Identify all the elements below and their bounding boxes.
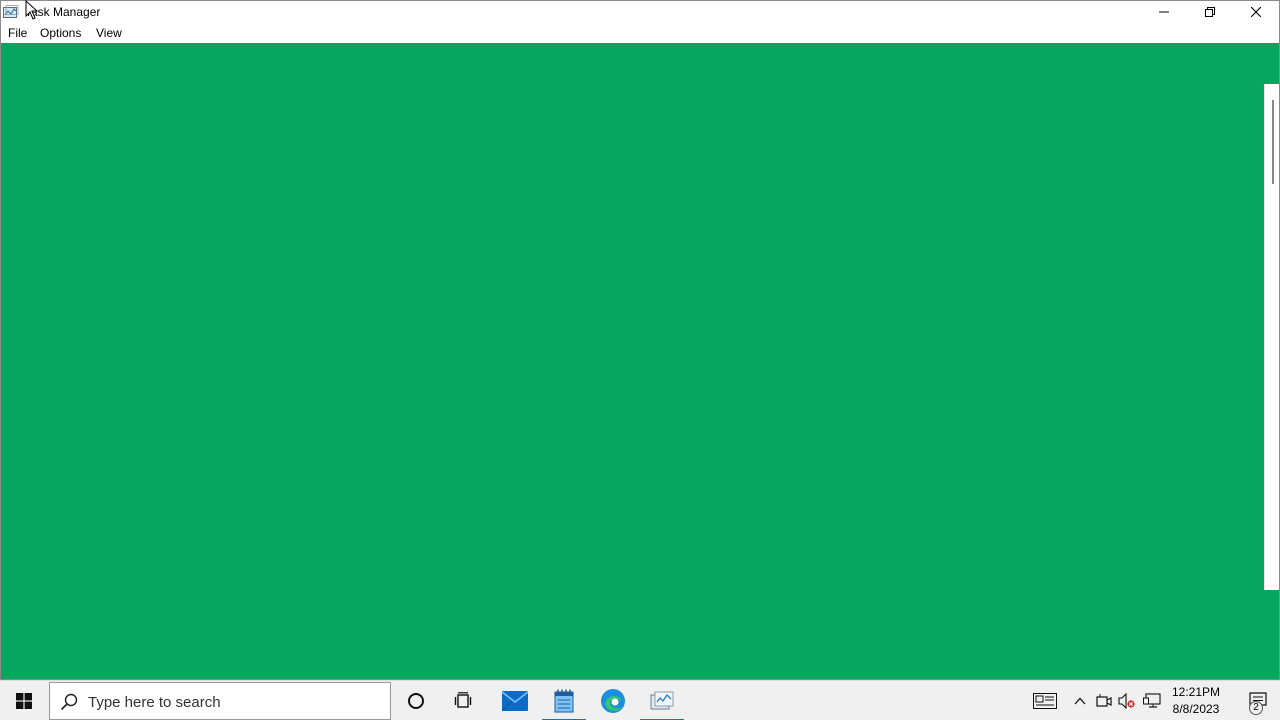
mail-button[interactable] [491,681,539,720]
network-button[interactable] [1142,691,1162,711]
scrollbar-thumb[interactable] [1272,100,1274,184]
volume-button[interactable] [1117,691,1137,711]
menu-view[interactable]: View [94,26,124,40]
task-view-icon [454,692,472,708]
content-area [1,43,1279,679]
title-bar[interactable]: Task Manager [1,1,1279,23]
news-and-interests-button[interactable] [1033,691,1057,711]
start-button[interactable] [0,681,48,720]
clock-date: 8/8/2023 [1172,702,1220,716]
vertical-scrollbar[interactable] [1264,84,1279,590]
menu-options[interactable]: Options [38,26,83,40]
task-manager-icon [650,691,674,710]
taskbar-clock[interactable]: 12:21PM 8/8/2023 [1166,684,1226,718]
show-hidden-icons-button[interactable] [1070,691,1090,711]
search-placeholder: Type here to search [88,694,221,711]
notepad-icon [554,689,574,713]
meet-now-button[interactable] [1094,691,1114,711]
windows-logo-icon [16,693,32,709]
news-icon [1033,693,1057,709]
task-manager-icon [3,5,19,19]
menu-file[interactable]: File [6,26,29,40]
taskbar-search-box[interactable]: Type here to search [49,682,391,720]
cortana-icon [408,693,424,709]
minimize-button[interactable] [1141,1,1187,23]
mouse-cursor-icon [25,0,39,20]
restore-button[interactable] [1187,1,1233,23]
notepad-button[interactable] [540,681,588,720]
edge-button[interactable] [589,681,637,720]
volume-muted-icon [1118,693,1135,709]
edge-icon [601,689,625,713]
meet-now-icon [1096,694,1112,707]
search-icon [60,693,78,711]
notification-count-badge: 2 [1249,701,1263,715]
network-icon [1143,693,1161,708]
task-manager-window: Task Manager File Options View [0,0,1280,680]
clock-time: 12:21PM [1171,685,1221,699]
task-manager-button[interactable] [638,681,686,720]
menu-bar: File Options View [1,23,1279,43]
cortana-button[interactable] [392,681,440,720]
chevron-up-icon [1074,697,1086,705]
taskbar: Type here to search 12:21PM 8/8/2023 2 [0,680,1280,720]
mail-icon [502,691,528,711]
close-button[interactable] [1233,1,1279,23]
task-view-button[interactable] [440,681,488,720]
